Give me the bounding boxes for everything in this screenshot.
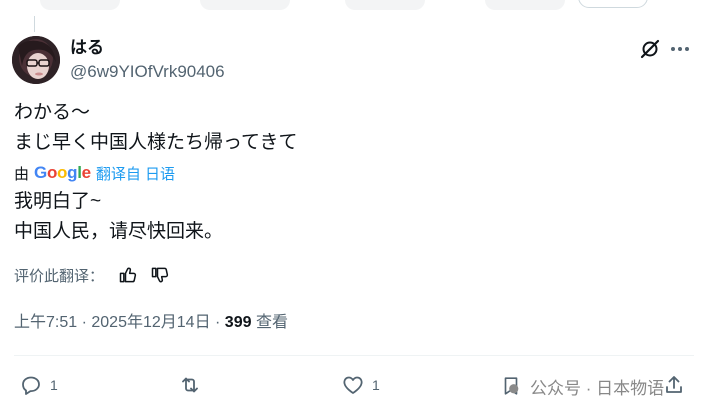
top-tab-remnant	[40, 0, 120, 10]
thread-line	[34, 16, 35, 32]
view-label: 查看	[251, 314, 288, 331]
avatar-image	[12, 36, 60, 84]
translated-text-line: 我明白了~	[14, 191, 102, 212]
post-text-line: まじ早く中国人様たち帰ってきて	[14, 132, 298, 153]
bookmark-icon[interactable]	[500, 375, 522, 397]
reply-icon	[22, 376, 40, 395]
translation-by-label: 由	[14, 165, 30, 183]
reply-button[interactable]: 1	[19, 372, 58, 398]
rate-translation: 评价此翻译：	[14, 263, 182, 287]
translation-attribution: 由 Google 翻译自 日语	[14, 162, 175, 184]
meta-separator: ·	[210, 314, 225, 331]
grok-icon[interactable]	[638, 37, 662, 61]
google-logo: Google	[34, 163, 91, 182]
top-bar-remnant	[0, 0, 709, 22]
reply-count: 1	[50, 377, 58, 393]
more-icon[interactable]	[668, 37, 692, 61]
divider	[14, 355, 694, 356]
top-tab-remnant	[345, 0, 425, 10]
author-handle[interactable]: @6w9YIOfVrk90406	[70, 62, 225, 82]
top-tab-remnant	[200, 0, 290, 10]
thumbs-up-icon[interactable]	[118, 265, 138, 285]
view-count: 399	[224, 314, 252, 331]
repost-button[interactable]	[178, 372, 202, 398]
translated-text-line: 中国人民，请尽快回来。	[14, 221, 224, 242]
watermark: 公众号 · 日本物语	[500, 373, 664, 399]
like-count: 1	[372, 377, 380, 393]
author-name[interactable]: はる	[70, 38, 104, 58]
post-time[interactable]: 上午7:51	[14, 314, 77, 331]
post-meta: 上午7:51 · 2025年12月14日 · 399 查看	[14, 312, 288, 334]
like-button[interactable]: 1	[341, 372, 380, 398]
repost-icon	[182, 377, 198, 393]
top-button-remnant[interactable]	[578, 0, 648, 8]
share-icon	[666, 376, 682, 393]
post-text-line: わかる〜	[14, 102, 91, 123]
rate-translation-label: 评价此翻译：	[14, 267, 105, 285]
thumbs-down-icon[interactable]	[150, 265, 170, 285]
post-date[interactable]: 2025年12月14日	[91, 314, 210, 331]
share-button[interactable]	[662, 372, 686, 398]
avatar[interactable]	[12, 36, 60, 84]
watermark-text: 公众号 · 日本物语	[530, 378, 665, 398]
heart-icon	[343, 376, 363, 394]
top-tab-remnant	[485, 0, 565, 10]
translation-source-link[interactable]: 翻译自 日语	[96, 163, 175, 184]
meta-separator: ·	[77, 314, 92, 331]
